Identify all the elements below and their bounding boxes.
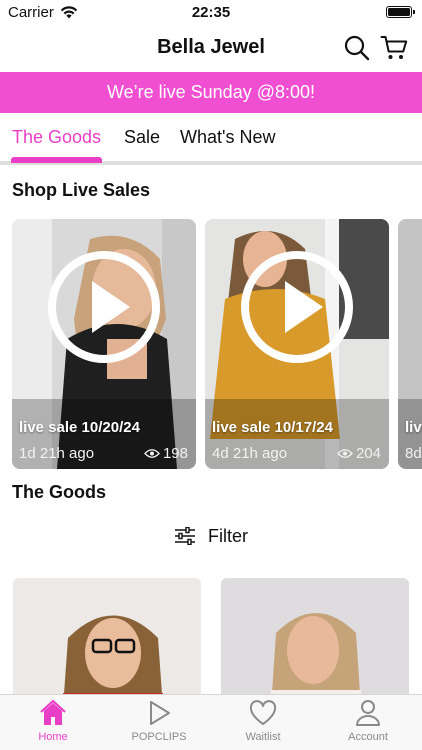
filter-button[interactable]: Filter — [0, 522, 422, 550]
bottom-tab-bar: Home POPCLIPS Waitlist Account — [0, 694, 422, 750]
view-count: 198 — [144, 445, 188, 462]
live-sale-age: 1d 21h ago — [19, 445, 95, 462]
person-icon — [356, 700, 380, 726]
tabbar-item-popclips[interactable]: POPCLIPS — [119, 699, 199, 743]
tab-the-goods[interactable]: The Goods — [12, 127, 101, 148]
live-sale-age: 8d — [405, 445, 422, 462]
play-icon[interactable] — [241, 251, 353, 363]
live-sales-heading: Shop Live Sales — [12, 180, 151, 200]
play-icon[interactable] — [48, 251, 160, 363]
live-sale-card[interactable]: live 8d — [398, 219, 422, 469]
tab-sale[interactable]: Sale — [124, 127, 160, 148]
cart-icon[interactable] — [380, 34, 408, 62]
live-sale-card[interactable]: live sale 10/17/24 4d 21h ago 204 — [205, 219, 389, 469]
banner-text: We’re live Sunday @8:00! — [106, 82, 316, 102]
home-icon — [40, 699, 66, 725]
tabbar-item-home[interactable]: Home — [13, 699, 93, 743]
product-card[interactable] — [13, 578, 201, 700]
tabbar-item-waitlist[interactable]: Waitlist — [223, 699, 303, 743]
live-announcement-banner[interactable]: We’re live Sunday @8:00! — [0, 72, 422, 113]
view-count-value: 198 — [162, 445, 188, 462]
tabbar-label: Waitlist — [245, 731, 281, 743]
tabbar-label: POPCLIPS — [131, 731, 187, 743]
tabbar-label: Home — [38, 731, 68, 743]
eye-icon — [144, 449, 160, 458]
play-icon — [150, 701, 170, 725]
product-image — [221, 578, 409, 700]
goods-heading: The Goods — [12, 482, 106, 502]
live-sale-title: live — [405, 419, 422, 436]
tabbar-label: Account — [348, 731, 388, 743]
category-tabs: The Goods Sale What's New — [0, 113, 422, 165]
product-image — [13, 578, 201, 700]
filter-label: Filter — [208, 525, 248, 546]
live-sale-age: 4d 21h ago — [212, 445, 288, 462]
filter-icon — [175, 527, 195, 545]
eye-icon — [337, 449, 353, 458]
view-count-value: 204 — [355, 445, 381, 462]
live-sale-title: live sale 10/20/24 — [19, 419, 140, 436]
search-icon[interactable] — [343, 34, 371, 62]
tab-whats-new[interactable]: What's New — [180, 127, 275, 148]
app-header: Bella Jewel — [0, 24, 422, 72]
live-sale-card[interactable]: live sale 10/20/24 1d 21h ago 198 — [12, 219, 196, 469]
clock: 22:35 — [191, 4, 231, 21]
heart-icon — [249, 700, 277, 725]
view-count: 204 — [337, 445, 381, 462]
live-sale-title: live sale 10/17/24 — [212, 419, 333, 436]
product-card[interactable] — [221, 578, 409, 700]
tabbar-item-account[interactable]: Account — [328, 699, 408, 743]
active-tab-indicator — [11, 157, 102, 163]
status-bar: Carrier 22:35 — [0, 0, 422, 24]
battery-icon — [386, 6, 415, 18]
